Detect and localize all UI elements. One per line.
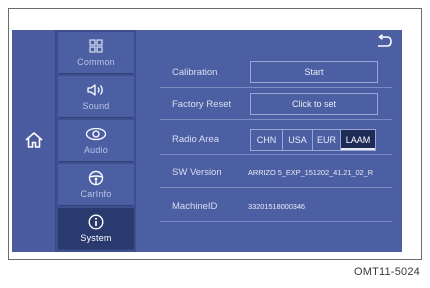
radio-area-option-usa[interactable]: USA <box>283 130 313 150</box>
tab-sound-label: Sound <box>82 101 110 111</box>
grid-icon <box>89 39 103 53</box>
figure-caption: OMT11-5024 <box>354 266 420 278</box>
radio-area-row: Radio Area CHN USA EUR LAAM <box>160 125 392 155</box>
tab-common[interactable]: Common <box>58 32 134 74</box>
sw-version-row: SW Version ARRIZO 5_EXP_151202_41.21_02_… <box>160 158 392 188</box>
tab-audio[interactable]: Audio <box>58 120 134 162</box>
radio-area-label: Radio Area <box>172 134 220 145</box>
sw-version-label: SW Version <box>172 167 222 178</box>
tab-system-label: System <box>80 233 112 243</box>
machine-id-label: MachineID <box>172 201 218 212</box>
radio-area-option-eur[interactable]: EUR <box>313 130 341 150</box>
home-icon <box>25 132 43 148</box>
tab-audio-label: Audio <box>83 145 109 155</box>
radio-area-option-chn[interactable]: CHN <box>251 130 283 150</box>
factory-reset-button[interactable]: Click to set <box>250 93 378 115</box>
machine-id-value: 33201518000346 <box>248 202 305 211</box>
home-button[interactable] <box>20 126 48 154</box>
head-unit-screen: Common Sound Audio CarInfo System Calibr… <box>12 30 402 252</box>
calibration-label: Calibration <box>172 67 218 78</box>
tab-system[interactable]: System <box>58 208 134 250</box>
calibration-row: Calibration Start <box>160 58 392 88</box>
back-arrow-icon <box>378 34 392 47</box>
back-button[interactable] <box>374 34 394 50</box>
info-icon <box>88 214 104 230</box>
radio-area-selector: CHN USA EUR LAAM <box>250 129 376 151</box>
tab-carinfo[interactable]: CarInfo <box>58 164 134 206</box>
speaker-icon <box>87 84 103 96</box>
radio-area-option-laam[interactable]: LAAM <box>341 130 375 150</box>
steering-wheel-icon <box>88 170 104 186</box>
system-settings-panel: Calibration Start Factory Reset Click to… <box>136 30 402 252</box>
factory-reset-label: Factory Reset <box>172 99 232 110</box>
tab-sound[interactable]: Sound <box>58 76 134 118</box>
sw-version-value: ARRIZO 5_EXP_151202_41.21_02_R <box>248 168 374 177</box>
tab-carinfo-label: CarInfo <box>80 189 112 199</box>
tab-common-label: Common <box>77 57 115 67</box>
factory-reset-row: Factory Reset Click to set <box>160 90 392 120</box>
machine-id-row: MachineID 33201518000346 <box>160 192 392 222</box>
home-strip <box>12 30 56 252</box>
calibration-start-button[interactable]: Start <box>250 61 378 83</box>
audio-effect-icon <box>85 127 107 141</box>
settings-tabs: Common Sound Audio CarInfo System <box>56 30 136 252</box>
